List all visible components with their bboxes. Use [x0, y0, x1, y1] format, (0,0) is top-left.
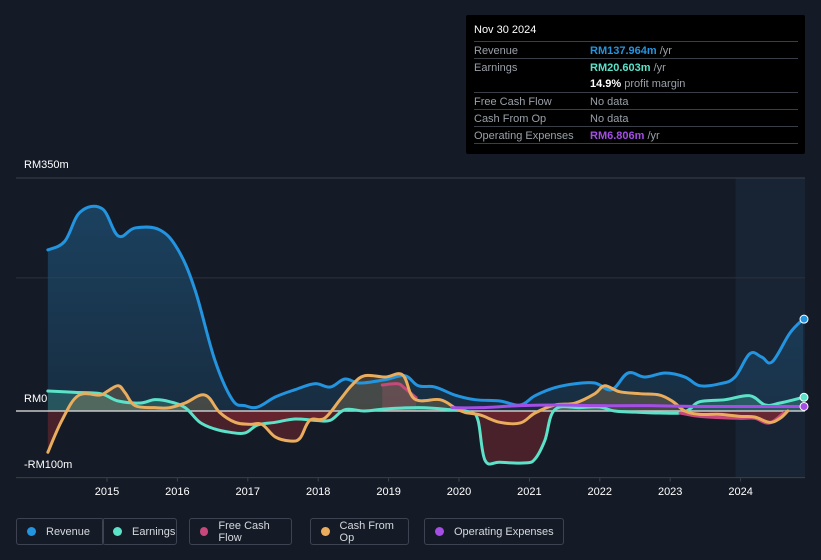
series-areas	[47, 206, 804, 465]
legend-item-revenue[interactable]: Revenue	[16, 518, 104, 545]
tooltip-row-value: 14.9% profit margin	[590, 78, 685, 90]
x-ticks	[106, 477, 742, 482]
tooltip-value-suffix: /yr	[650, 62, 666, 74]
tooltip-value-suffix: /yr	[656, 45, 672, 57]
tooltip-row-label: Operating Expenses	[474, 130, 574, 142]
legend-label: Revenue	[46, 525, 91, 538]
tooltip-row-value: RM137.964m /yr	[590, 45, 672, 57]
legend-label: Free Cash Flow	[218, 519, 270, 544]
tooltip-row: Earnings RM20.603m /yr	[474, 58, 798, 76]
tooltip-row-value: No data	[590, 96, 629, 108]
tooltip-row: Operating Expenses RM6.806m /yr	[474, 126, 798, 144]
x-tick-label: 2019	[376, 486, 401, 498]
tooltip-row-value: No data	[590, 113, 629, 125]
tooltip-value-suffix: /yr	[644, 130, 660, 142]
tooltip-row-label: Revenue	[474, 45, 519, 57]
x-tick-label: 2023	[657, 486, 683, 498]
tooltip-value-figure: RM137.964m	[590, 45, 657, 57]
legend-item-earnings[interactable]: Earnings	[102, 518, 177, 545]
tooltip-value-suffix: profit margin	[621, 78, 686, 90]
tooltip-value-figure: 14.9%	[590, 78, 622, 90]
legend-item-cash-from-op[interactable]: Cash From Op	[310, 518, 409, 545]
tooltip-value-suffix: No data	[590, 96, 629, 108]
legend-item-free-cash-flow[interactable]: Free Cash Flow	[189, 518, 292, 545]
tooltip-value-figure: RM6.806m	[590, 130, 645, 142]
legend-label: Operating Expenses	[454, 525, 554, 538]
tooltip-row-value: RM20.603m /yr	[590, 62, 666, 74]
x-tick-label: 2016	[165, 486, 190, 498]
x-tick-label: 2021	[517, 486, 542, 498]
y-label-bottom: -RM100m	[24, 459, 73, 471]
x-tick-label: 2015	[94, 486, 120, 498]
tooltip-row-label: Cash From Op	[474, 113, 547, 125]
legend-label: Cash From Op	[339, 519, 394, 544]
legend-label: Earnings	[132, 525, 176, 538]
x-tick-label: 2020	[446, 486, 472, 498]
tooltip-divider	[474, 143, 798, 144]
legend-dot-icon	[435, 527, 444, 536]
tooltip-row: Revenue RM137.964m /yr	[474, 41, 798, 59]
y-label-top: RM350m	[24, 159, 69, 171]
tooltip-value-figure: RM20.603m	[590, 62, 651, 74]
legend-dot-icon	[27, 527, 36, 536]
legend-item-operating-expenses[interactable]: Operating Expenses	[424, 518, 564, 545]
legend-dot-icon	[113, 527, 122, 536]
x-tick-label: 2024	[728, 486, 753, 498]
x-tick-label: 2017	[235, 486, 261, 498]
legend-dot-icon	[200, 527, 209, 536]
tooltip-row: Cash From Op No data	[474, 109, 798, 127]
tooltip-row: Free Cash Flow No data	[474, 92, 798, 110]
earnings-end-marker	[799, 392, 809, 402]
y-label-zero: RM0	[24, 393, 48, 405]
legend-dot-icon	[321, 527, 330, 536]
revenue-end-marker	[799, 314, 809, 324]
tooltip-value-suffix: No data	[590, 113, 629, 125]
tooltip-date: Nov 30 2024	[474, 24, 537, 36]
x-tick-label: 2022	[587, 486, 613, 498]
operating-expenses-end-marker	[799, 401, 809, 411]
tooltip: Nov 30 2024 Revenue RM137.964m /yr Earning…	[466, 15, 805, 154]
tooltip-row: 14.9% profit margin	[474, 75, 798, 92]
tooltip-row-value: RM6.806m /yr	[590, 130, 660, 142]
x-tick-label: 2018	[305, 486, 331, 498]
tooltip-row-label: Earnings	[474, 62, 518, 74]
tooltip-row-label: Free Cash Flow	[474, 96, 552, 108]
